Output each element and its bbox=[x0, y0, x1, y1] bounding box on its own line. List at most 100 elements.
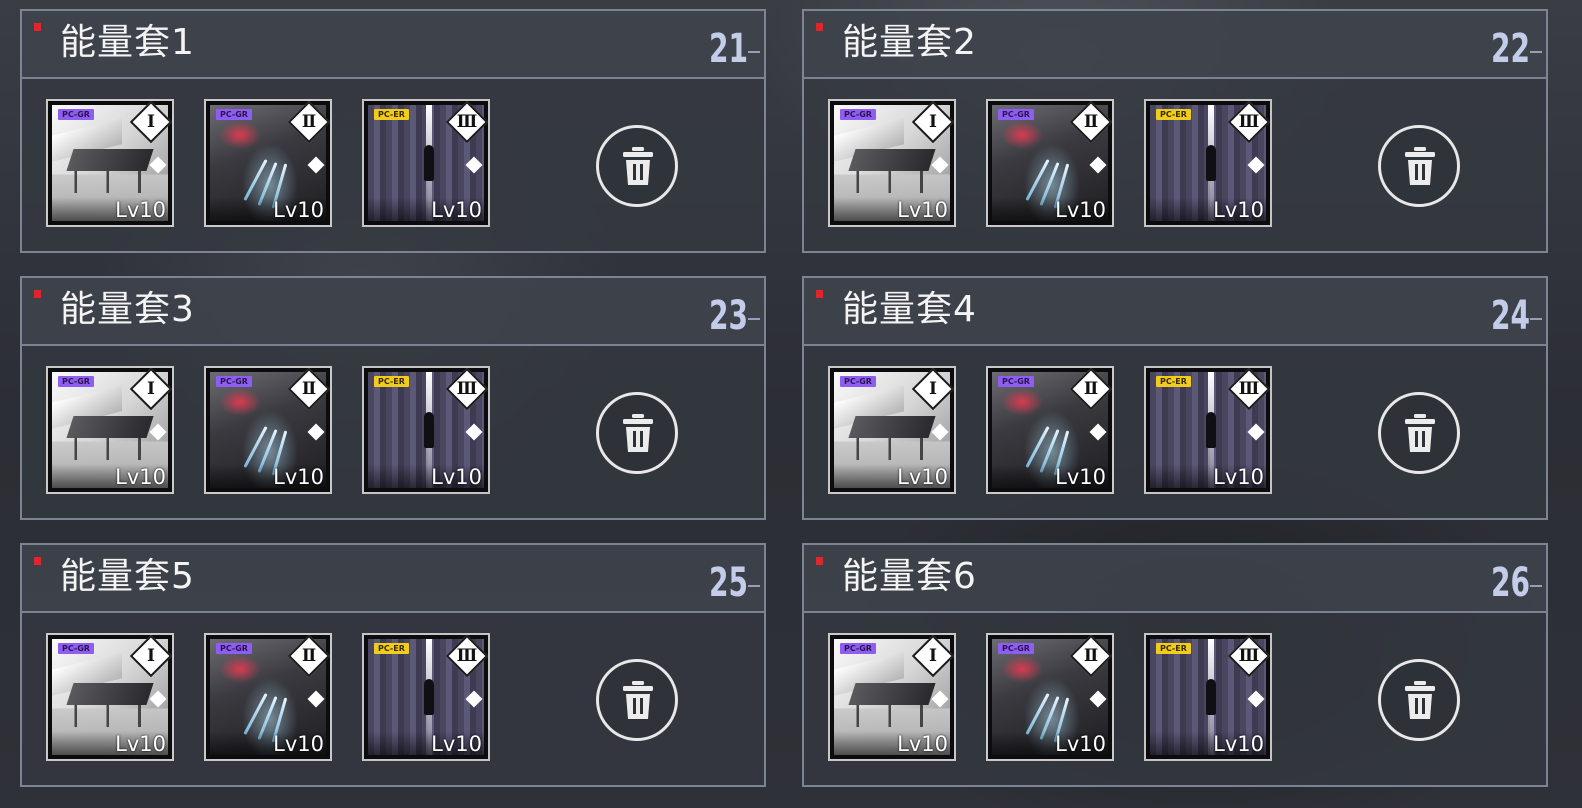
number-tick bbox=[1530, 51, 1542, 53]
red-marker-icon bbox=[816, 290, 823, 298]
card-level: Lv10 bbox=[897, 198, 948, 222]
memory-card-slot-3[interactable]: PC-ER Ⅲ Lv10 bbox=[362, 366, 490, 494]
energy-set-card[interactable]: 能量套1 21 PC-GR Ⅰ Lv10 PC-GR Ⅱ Lv10 PC-ER … bbox=[20, 9, 766, 253]
card-tag: PC-ER bbox=[1156, 376, 1191, 387]
number-tick bbox=[748, 318, 760, 320]
number-tick bbox=[1530, 585, 1542, 587]
memory-card-slot-2[interactable]: PC-GR Ⅱ Lv10 bbox=[986, 633, 1114, 761]
memory-card-slot-3[interactable]: PC-ER Ⅲ Lv10 bbox=[1144, 366, 1272, 494]
energy-set-number: 22 bbox=[1490, 26, 1530, 72]
memory-card-slot-1[interactable]: PC-GR Ⅰ Lv10 bbox=[46, 366, 174, 494]
card-tag: PC-GR bbox=[840, 643, 876, 654]
energy-set-number: 23 bbox=[708, 293, 748, 339]
slot-numeral: Ⅲ bbox=[456, 379, 478, 399]
red-marker-icon bbox=[34, 23, 41, 31]
card-level: Lv10 bbox=[1213, 732, 1264, 756]
memory-card-slot-2[interactable]: PC-GR Ⅱ Lv10 bbox=[204, 99, 332, 227]
energy-set-number: 25 bbox=[708, 560, 748, 606]
card-tag: PC-GR bbox=[840, 109, 876, 120]
energy-set-card[interactable]: 能量套6 26 PC-GR Ⅰ Lv10 PC-GR Ⅱ Lv10 PC-ER … bbox=[802, 543, 1548, 787]
memory-card-slot-3[interactable]: PC-ER Ⅲ Lv10 bbox=[362, 633, 490, 761]
energy-set-number: 21 bbox=[708, 26, 748, 72]
energy-set-number: 24 bbox=[1490, 293, 1530, 339]
slot-numeral: Ⅰ bbox=[929, 646, 937, 666]
delete-set-button[interactable] bbox=[596, 125, 678, 207]
slot-numeral: Ⅱ bbox=[1083, 379, 1099, 399]
energy-set-title: 能量套4 bbox=[842, 289, 977, 330]
memory-card-slot-1[interactable]: PC-GR Ⅰ Lv10 bbox=[828, 366, 956, 494]
red-marker-icon bbox=[816, 23, 823, 31]
memory-card-slot-1[interactable]: PC-GR Ⅰ Lv10 bbox=[46, 99, 174, 227]
slot-numeral: Ⅲ bbox=[456, 646, 478, 666]
delete-set-button[interactable] bbox=[596, 659, 678, 741]
slot-numeral: Ⅲ bbox=[1238, 112, 1260, 132]
card-level: Lv10 bbox=[273, 732, 324, 756]
card-level: Lv10 bbox=[115, 732, 166, 756]
trash-icon bbox=[1405, 414, 1435, 452]
card-level: Lv10 bbox=[115, 198, 166, 222]
delete-set-button[interactable] bbox=[1378, 392, 1460, 474]
memory-card-slot-2[interactable]: PC-GR Ⅱ Lv10 bbox=[986, 366, 1114, 494]
slot-numeral: Ⅰ bbox=[147, 646, 155, 666]
card-level: Lv10 bbox=[1213, 198, 1264, 222]
energy-set-header: 能量套6 26 bbox=[804, 545, 1546, 613]
slot-numeral: Ⅲ bbox=[1238, 379, 1260, 399]
card-tag: PC-ER bbox=[1156, 109, 1191, 120]
slot-numeral: Ⅱ bbox=[1083, 112, 1099, 132]
energy-set-header: 能量套2 22 bbox=[804, 11, 1546, 79]
card-level: Lv10 bbox=[897, 732, 948, 756]
card-level: Lv10 bbox=[1213, 465, 1264, 489]
slot-numeral: Ⅱ bbox=[301, 112, 317, 132]
energy-set-title: 能量套1 bbox=[60, 22, 195, 63]
card-level: Lv10 bbox=[897, 465, 948, 489]
slot-numeral: Ⅱ bbox=[1083, 646, 1099, 666]
memory-card-slot-1[interactable]: PC-GR Ⅰ Lv10 bbox=[828, 633, 956, 761]
memory-card-slot-2[interactable]: PC-GR Ⅱ Lv10 bbox=[986, 99, 1114, 227]
memory-card-slot-3[interactable]: PC-ER Ⅲ Lv10 bbox=[362, 99, 490, 227]
memory-card-slot-2[interactable]: PC-GR Ⅱ Lv10 bbox=[204, 366, 332, 494]
energy-set-card[interactable]: 能量套5 25 PC-GR Ⅰ Lv10 PC-GR Ⅱ Lv10 PC-ER … bbox=[20, 543, 766, 787]
card-tag: PC-GR bbox=[58, 376, 94, 387]
red-marker-icon bbox=[34, 557, 41, 565]
trash-icon bbox=[623, 681, 653, 719]
red-marker-icon bbox=[816, 557, 823, 565]
slot-numeral: Ⅰ bbox=[147, 112, 155, 132]
energy-set-card[interactable]: 能量套2 22 PC-GR Ⅰ Lv10 PC-GR Ⅱ Lv10 PC-ER … bbox=[802, 9, 1548, 253]
energy-set-card[interactable]: 能量套3 23 PC-GR Ⅰ Lv10 PC-GR Ⅱ Lv10 PC-ER … bbox=[20, 276, 766, 520]
energy-set-header: 能量套3 23 bbox=[22, 278, 764, 346]
card-tag: PC-GR bbox=[998, 643, 1034, 654]
memory-card-slot-1[interactable]: PC-GR Ⅰ Lv10 bbox=[46, 633, 174, 761]
memory-card-slot-3[interactable]: PC-ER Ⅲ Lv10 bbox=[1144, 99, 1272, 227]
card-tag: PC-GR bbox=[998, 109, 1034, 120]
card-tag: PC-GR bbox=[58, 109, 94, 120]
trash-icon bbox=[623, 147, 653, 185]
memory-card-slot-2[interactable]: PC-GR Ⅱ Lv10 bbox=[204, 633, 332, 761]
slot-numeral: Ⅰ bbox=[147, 379, 155, 399]
delete-set-button[interactable] bbox=[1378, 659, 1460, 741]
card-tag: PC-GR bbox=[58, 643, 94, 654]
red-marker-icon bbox=[34, 290, 41, 298]
slot-numeral: Ⅱ bbox=[301, 379, 317, 399]
energy-set-card[interactable]: 能量套4 24 PC-GR Ⅰ Lv10 PC-GR Ⅱ Lv10 PC-ER … bbox=[802, 276, 1548, 520]
slot-numeral: Ⅰ bbox=[929, 112, 937, 132]
card-tag: PC-GR bbox=[998, 376, 1034, 387]
delete-set-button[interactable] bbox=[596, 392, 678, 474]
card-tag: PC-GR bbox=[840, 376, 876, 387]
card-level: Lv10 bbox=[1055, 732, 1106, 756]
card-level: Lv10 bbox=[115, 465, 166, 489]
trash-icon bbox=[1405, 147, 1435, 185]
card-tag: PC-ER bbox=[374, 376, 409, 387]
number-tick bbox=[1530, 318, 1542, 320]
card-tag: PC-GR bbox=[216, 643, 252, 654]
number-tick bbox=[748, 585, 760, 587]
slot-numeral: Ⅰ bbox=[929, 379, 937, 399]
card-level: Lv10 bbox=[273, 465, 324, 489]
energy-set-number: 26 bbox=[1490, 560, 1530, 606]
card-level: Lv10 bbox=[1055, 198, 1106, 222]
memory-card-slot-1[interactable]: PC-GR Ⅰ Lv10 bbox=[828, 99, 956, 227]
delete-set-button[interactable] bbox=[1378, 125, 1460, 207]
slot-numeral: Ⅱ bbox=[301, 646, 317, 666]
card-level: Lv10 bbox=[431, 465, 482, 489]
memory-card-slot-3[interactable]: PC-ER Ⅲ Lv10 bbox=[1144, 633, 1272, 761]
energy-set-title: 能量套5 bbox=[60, 556, 195, 597]
